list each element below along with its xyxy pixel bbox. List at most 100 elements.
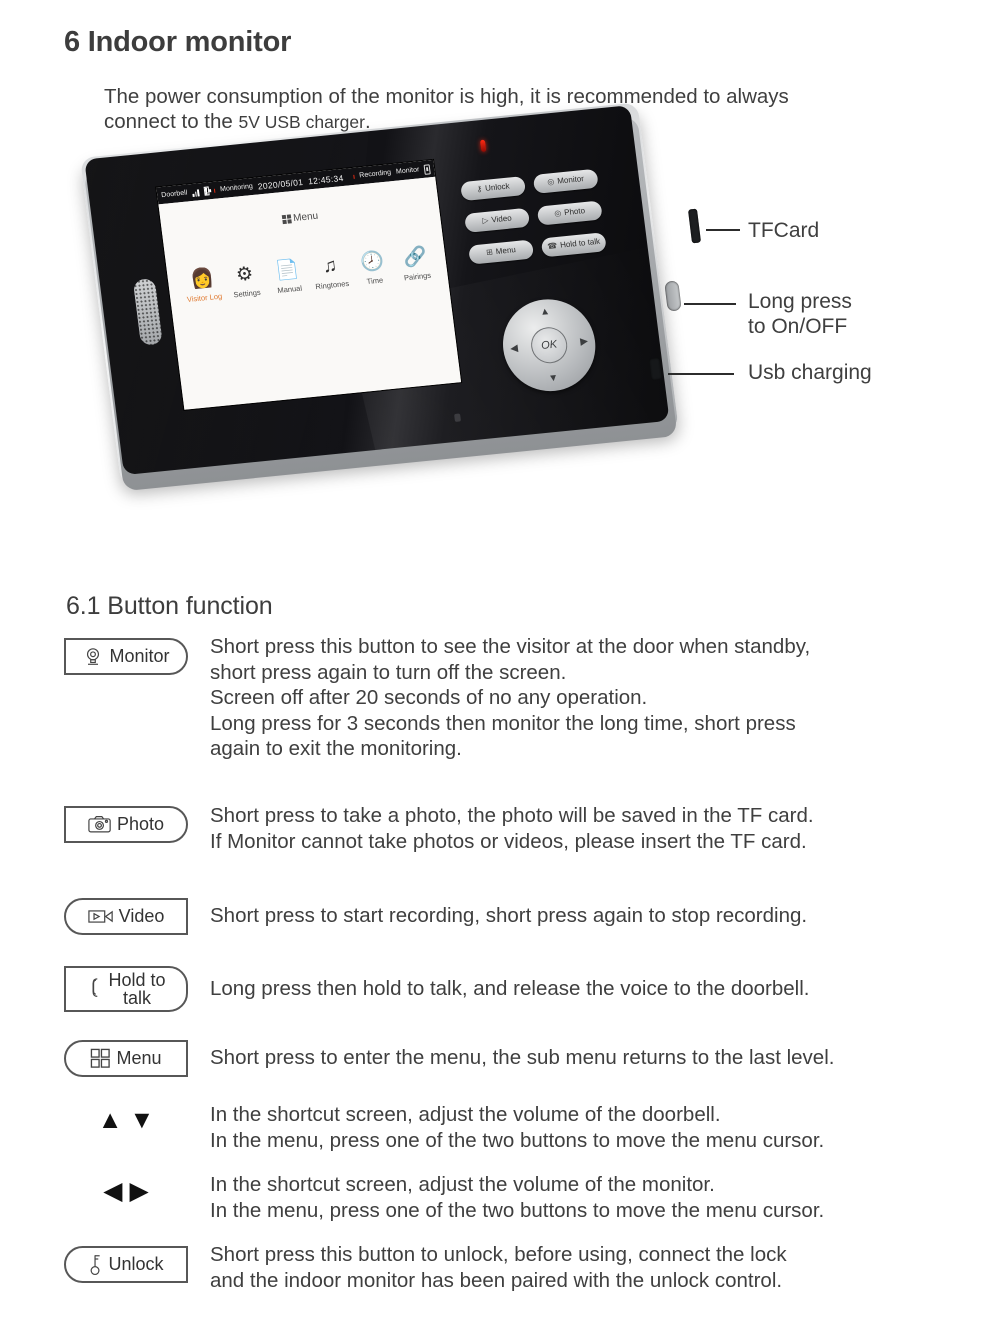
status-time: 12:45:34 — [307, 172, 345, 186]
device-key-video[interactable]: ▷ Video — [464, 207, 531, 233]
dpad-up-icon[interactable]: ▲ — [539, 306, 550, 318]
button-function-row-video: Video Short press to start recording, sh… — [64, 898, 807, 935]
button-function-row-menu: Menu Short press to enter the menu, the … — [64, 1040, 834, 1077]
page-title: 6 Indoor monitor — [64, 26, 292, 58]
status-date: 2020/05/01 — [257, 176, 304, 191]
menu-item-label: Pairings — [403, 270, 432, 283]
up-down-arrows-icon[interactable]: ▲ ▼ — [64, 1106, 188, 1135]
visitor-person-icon: 👩 — [188, 266, 216, 291]
phone-handset-icon — [86, 977, 103, 1001]
dpad-ok-button[interactable]: OK — [528, 325, 570, 365]
badge-hold-to-talk[interactable]: Hold to talk — [64, 966, 188, 1012]
keypad-row-1: ⚷ Unlock ◎ Monitor — [460, 166, 622, 202]
key-icon: ⚷ — [475, 184, 483, 195]
menu-item-label: Visitor Log — [186, 291, 223, 304]
menu-item-visitor-log[interactable]: 👩 Visitor Log — [181, 265, 225, 305]
indoor-monitor-device: Doorbell Monitoring 2020/05/01 12:45:34 … — [80, 102, 679, 492]
sd-card-icon: ▮ — [423, 163, 431, 175]
menu-item-label: Time — [366, 275, 384, 287]
button-function-row-left-right: ◀ ▶ In the shortcut screen, adjust the v… — [64, 1173, 824, 1223]
device-key-monitor[interactable]: ◎ Monitor — [532, 168, 599, 194]
left-right-arrows-icon[interactable]: ◀ ▶ — [64, 1176, 188, 1206]
device-key-label: Unlock — [484, 181, 511, 194]
device-key-menu[interactable]: ⊞ Menu — [468, 239, 535, 265]
device-key-label: Hold to talk — [559, 237, 601, 251]
video-camera-icon — [87, 908, 114, 925]
badge-label: Hold to talk — [108, 969, 166, 1008]
device-keypad: ⚷ Unlock ◎ Monitor ▷ Video ◎ Photo ⊞ Men… — [460, 166, 631, 277]
device-key-label: Video — [490, 213, 513, 225]
badge-unlock[interactable]: Unlock — [64, 1246, 188, 1283]
photo-icon: ◎ — [553, 208, 562, 219]
badge-label: Video — [118, 906, 165, 927]
button-function-row-photo: Photo Short press to take a photo, the p… — [64, 804, 814, 854]
callout-line-tfcard — [706, 229, 740, 231]
button-function-description: Short press to start recording, short pr… — [210, 904, 808, 927]
manual-page: 6 Indoor monitor The power consumption o… — [0, 0, 1000, 1332]
dpad-down-icon[interactable]: ▼ — [548, 373, 559, 385]
button-function-row-up-down: ▲ ▼ In the shortcut screen, adjust the v… — [64, 1103, 824, 1153]
status-monitor-label: Monitor — [395, 166, 420, 176]
menu-title-label: Menu — [292, 210, 319, 225]
document-icon: 📄 — [274, 258, 301, 282]
device-key-unlock[interactable]: ⚷ Unlock — [460, 175, 527, 202]
status-led-icon — [479, 139, 487, 153]
device-front-face: Doorbell Monitoring 2020/05/01 12:45:34 … — [84, 105, 670, 476]
recording-dot-icon — [353, 174, 355, 179]
grid-icon — [281, 214, 292, 225]
menu-item-label: Settings — [233, 287, 262, 300]
dpad-left-icon[interactable]: ◀ — [510, 343, 519, 355]
music-note-icon: ♫ — [321, 254, 339, 277]
device-key-label: Monitor — [556, 174, 585, 187]
battery-icon — [203, 186, 210, 196]
intro-voltage: 5V USB — [238, 112, 301, 132]
badge-video[interactable]: Video — [64, 898, 188, 935]
intro-line-1: The power consumption of the monitor is … — [104, 85, 789, 108]
camera-icon — [88, 815, 112, 834]
menu-item-pairings[interactable]: 🔗 Pairings — [394, 243, 438, 283]
menu-item-label: Ringtones — [314, 278, 350, 292]
button-function-row-monitor: Monitor Short press this button to see t… — [64, 635, 810, 762]
callout-line-usb — [668, 373, 734, 375]
callout-tfcard: TFCard — [748, 219, 820, 242]
callout-line-power — [684, 303, 736, 305]
button-function-row-unlock: Unlock Short press this button to unlock… — [64, 1243, 787, 1293]
key-icon — [88, 1253, 103, 1277]
handset-icon: ☎ — [546, 241, 558, 252]
button-function-description: Short press to enter the menu, the sub m… — [210, 1046, 835, 1069]
grid-icon: ⊞ — [485, 247, 494, 258]
screen-menu-title: Menu — [161, 199, 439, 238]
badge-label: Photo — [116, 814, 165, 835]
lcd-screen: Doorbell Monitoring 2020/05/01 12:45:34 … — [156, 159, 462, 410]
dpad-right-icon[interactable]: ▶ — [580, 336, 589, 348]
device-illustration: Doorbell Monitoring 2020/05/01 12:45:34 … — [70, 102, 750, 550]
badge-menu[interactable]: Menu — [64, 1040, 188, 1077]
video-icon: ▷ — [481, 216, 490, 226]
keypad-row-3: ⊞ Menu ☎ Hold to talk — [468, 230, 630, 265]
intro-line-2-b: charger — [300, 112, 365, 132]
callout-power: Long press to On/OFF — [748, 290, 852, 338]
badge-label: Menu — [116, 1048, 162, 1069]
screen-body: Menu 👩 Visitor Log ⚙ Settings 📄 Manual ♫… — [158, 176, 462, 410]
camera-icon: ◎ — [546, 177, 555, 188]
button-function-description: In the shortcut screen, adjust the volum… — [210, 1173, 825, 1222]
device-key-photo[interactable]: ◎ Photo — [536, 200, 603, 226]
menu-item-settings[interactable]: ⚙ Settings — [223, 260, 267, 300]
grid-menu-icon — [90, 1048, 111, 1069]
button-function-description: Short press this button to unlock, befor… — [210, 1243, 787, 1292]
status-doorbell-label: Doorbell — [160, 189, 188, 200]
badge-monitor[interactable]: Monitor — [64, 638, 188, 675]
device-key-hold-to-talk[interactable]: ☎ Hold to talk — [540, 232, 607, 258]
menu-item-manual[interactable]: 📄 Manual — [266, 256, 310, 296]
badge-photo[interactable]: Photo — [64, 806, 188, 843]
menu-item-ringtones[interactable]: ♫ Ringtones — [308, 252, 352, 292]
signal-icon — [192, 188, 200, 197]
section-title-button-function: 6.1 Button function — [66, 592, 273, 620]
menu-item-time[interactable]: 🕗 Time — [351, 248, 395, 288]
microphone-icon — [454, 413, 462, 422]
clock-icon: 🕗 — [359, 249, 386, 274]
menu-item-label: Manual — [276, 283, 303, 295]
button-function-row-hold-to-talk: Hold to talk Long press then hold to tal… — [64, 966, 809, 1012]
monitoring-dot-icon — [213, 188, 216, 193]
button-function-description: Long press then hold to talk, and releas… — [210, 977, 810, 1000]
